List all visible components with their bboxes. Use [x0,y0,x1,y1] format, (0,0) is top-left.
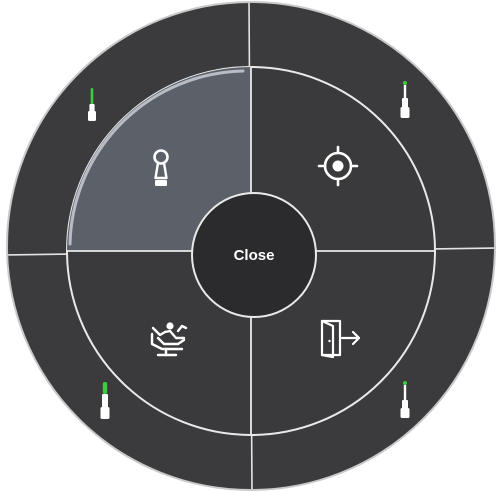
close-button[interactable]: Close [191,192,317,318]
close-label: Close [234,247,275,264]
radial-menu: Close [0,0,502,492]
